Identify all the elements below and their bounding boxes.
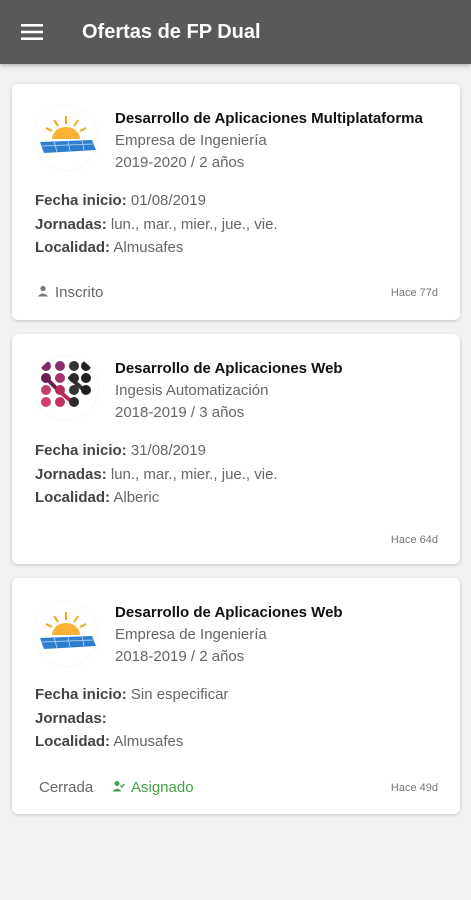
offer-header: Desarrollo de Aplicaciones Multiplatafor… — [115, 108, 423, 174]
offer-time: Hace 77d — [390, 287, 438, 299]
offer-details: Fecha inicio: 31/08/2019 Jornadas: lun.,… — [35, 439, 278, 510]
offer-title: Desarrollo de Aplicaciones Web — [115, 360, 343, 377]
person-check-icon — [112, 779, 131, 796]
fecha-inicio-value: 31/08/2019 — [130, 442, 206, 459]
offer-card[interactable]: Desarrollo de Aplicaciones Web Empresa d… — [12, 578, 460, 814]
hamburger-menu-icon[interactable] — [0, 0, 64, 64]
label-localidad: Localidad: — [35, 733, 111, 750]
offer-period: 2019-2020 / 2 años — [115, 154, 245, 171]
company-name: Empresa de Ingeniería — [115, 626, 267, 643]
offer-period: 2018-2019 / 3 años — [115, 404, 245, 421]
label-fecha-inicio: Fecha inicio: — [35, 192, 127, 209]
localidad-value: Almusafes — [113, 733, 184, 750]
company-logo-dots — [34, 356, 98, 420]
offer-header: Desarrollo de Aplicaciones Web Empresa d… — [115, 602, 343, 668]
fecha-inicio-value: Sin especificar — [130, 686, 229, 703]
localidad-value: Almusafes — [113, 239, 184, 256]
offer-period: 2018-2019 / 2 años — [115, 648, 245, 665]
offer-details: Fecha inicio: Sin especificar Jornadas: … — [35, 683, 228, 754]
status-label: Asignado — [131, 779, 194, 796]
status-label: Inscrito — [55, 284, 104, 301]
label-jornadas: Jornadas: — [35, 709, 107, 727]
app-bar: Ofertas de FP Dual — [0, 0, 471, 64]
label-fecha-inicio: Fecha inicio: — [35, 442, 127, 459]
company-name: Empresa de Ingeniería — [115, 132, 267, 149]
jornadas-value: lun., mar., mier., jue., vie. — [110, 215, 278, 233]
localidad-value: Alberic — [113, 489, 160, 506]
person-icon — [37, 284, 55, 301]
offer-time: Hace 49d — [390, 782, 438, 794]
offer-time: Hace 64d — [390, 534, 438, 546]
status-closed: Cerrada — [39, 779, 94, 796]
offer-title: Desarrollo de Aplicaciones Web — [115, 604, 343, 621]
company-name: Ingesis Automatización — [115, 382, 269, 399]
offer-details: Fecha inicio: 01/08/2019 Jornadas: lun.,… — [35, 189, 278, 260]
jornadas-value: lun., mar., mier., jue., vie. — [110, 465, 278, 483]
label-jornadas: Jornadas: — [35, 465, 107, 483]
label-localidad: Localidad: — [35, 239, 111, 256]
label-localidad: Localidad: — [35, 489, 111, 506]
fecha-inicio-value: 01/08/2019 — [130, 192, 206, 209]
status-badge: Asignado — [112, 779, 194, 796]
offer-header: Desarrollo de Aplicaciones Web Ingesis A… — [115, 358, 343, 424]
company-logo-solar — [34, 602, 98, 666]
offer-title: Desarrollo de Aplicaciones Multiplatafor… — [115, 110, 423, 127]
offer-card[interactable]: Desarrollo de Aplicaciones Web Ingesis A… — [12, 334, 460, 564]
offer-card[interactable]: Desarrollo de Aplicaciones Multiplatafor… — [12, 84, 460, 320]
label-jornadas: Jornadas: — [35, 215, 107, 233]
page-title: Ofertas de FP Dual — [82, 20, 261, 43]
label-fecha-inicio: Fecha inicio: — [35, 686, 127, 703]
company-logo-solar — [34, 106, 98, 170]
status-badge: Inscrito — [37, 284, 103, 301]
